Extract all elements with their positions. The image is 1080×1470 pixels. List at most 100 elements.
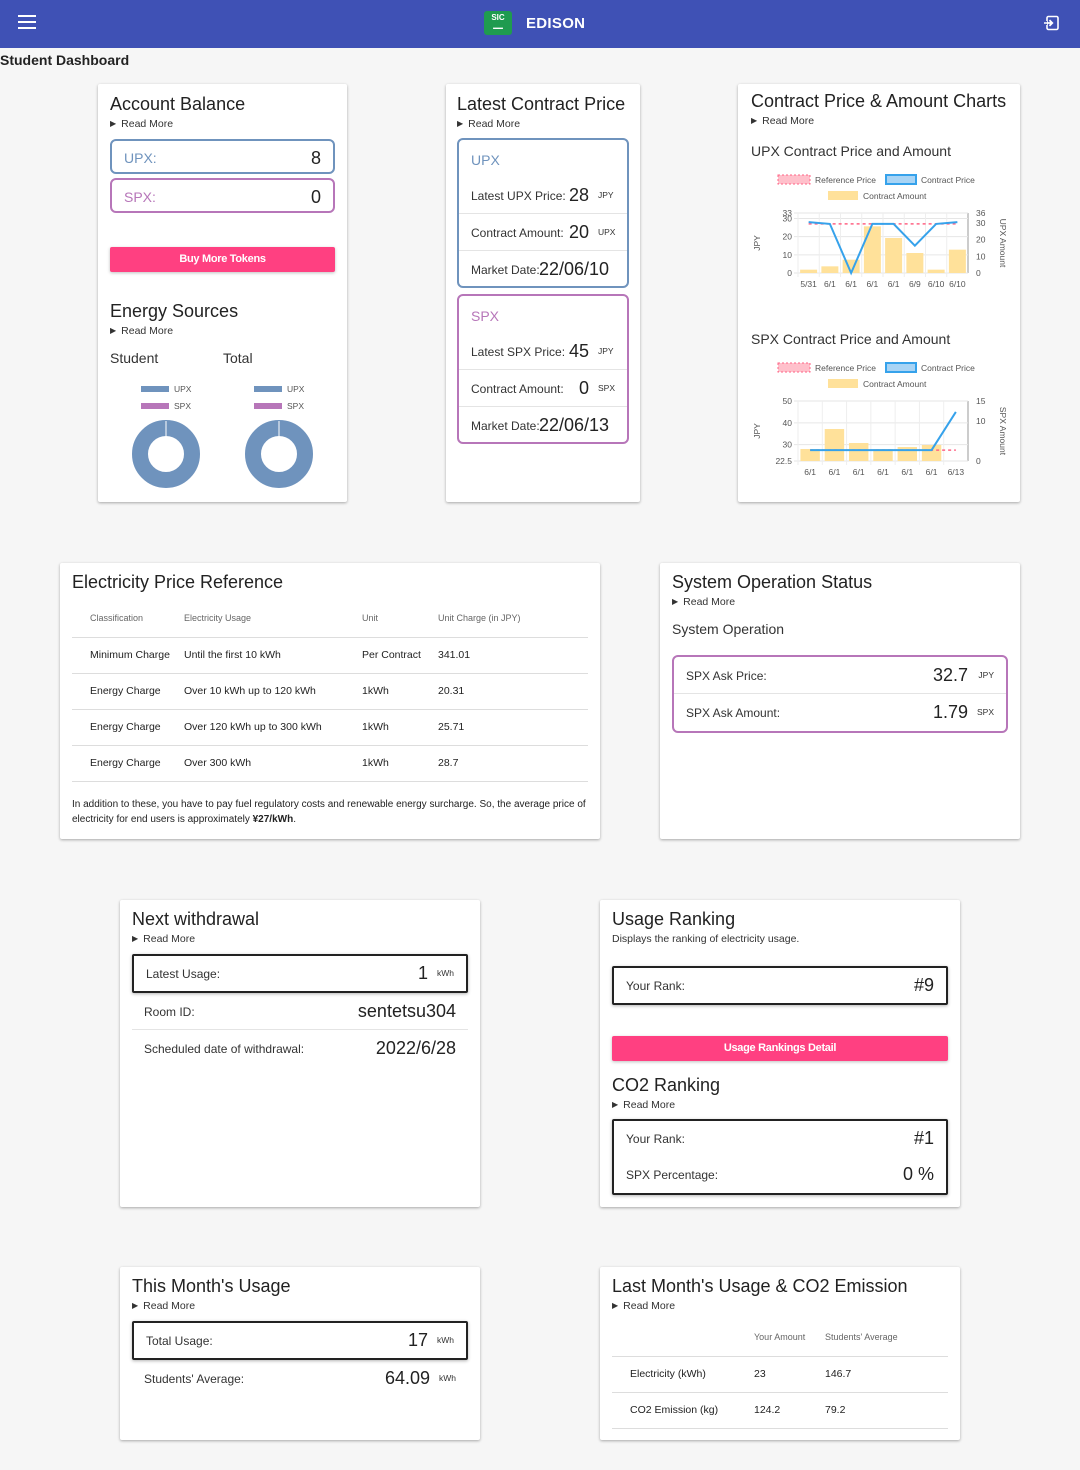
y2-axis-label: UPX Amount (998, 219, 1008, 268)
read-more-toggle[interactable]: Read More (132, 933, 195, 945)
amount-bar (906, 253, 924, 273)
energy-sources-title: Energy Sources (110, 301, 239, 321)
read-more-toggle[interactable]: Read More (612, 1099, 675, 1111)
this-month-usage-card: This Month's Usage Read More Total Usage… (120, 1267, 480, 1440)
table-cell: Minimum Charge (72, 637, 184, 674)
last-month-usage-title: Last Month's Usage & CO2 Emission (612, 1276, 908, 1296)
latest-contract-price-title: Latest Contract Price (457, 94, 626, 114)
column-header: Your Amount (754, 1319, 825, 1357)
latest-usage-value: 1 (417, 963, 428, 983)
latest-usage-box: Latest Usage: 1 kWh (132, 954, 468, 993)
upx-date-label: Market Date: (471, 263, 540, 277)
students-average-label: Students' Average: (144, 1372, 245, 1386)
total-label: Total (223, 350, 253, 366)
usage-rank-box: Your Rank: #9 (612, 966, 948, 1005)
table-cell: Energy Charge (72, 673, 184, 710)
app-logo: SIC ━━ (484, 11, 512, 35)
legend-reference-swatch (777, 362, 811, 373)
usage-rankings-detail-button[interactable]: Usage Rankings Detail (612, 1036, 948, 1061)
read-more-toggle[interactable]: Read More (672, 596, 735, 608)
y2-tick-label: 36 (976, 208, 986, 218)
spx-date-label: Market Date: (471, 419, 540, 433)
y2-tick-label: 0 (976, 456, 981, 466)
table-header-row: Classification Electricity Usage Unit Un… (72, 599, 588, 638)
table-row: Electricity (kWh) 23 146.7 (612, 1356, 948, 1393)
y2-axis-label: SPX Amount (998, 407, 1008, 456)
table-cell: CO2 Emission (kg) (612, 1392, 754, 1429)
legend-price-swatch (885, 174, 917, 185)
legend-reference-label: Reference Price (815, 175, 876, 185)
x-tick-label: 6/13 (948, 467, 965, 477)
table-cell: Over 300 kWh (184, 745, 362, 782)
spx-price-unit: JPY (598, 346, 614, 356)
read-more-toggle[interactable]: Read More (751, 115, 814, 127)
next-withdrawal-title: Next withdrawal (132, 909, 260, 929)
legend-spx: SPX (287, 401, 305, 411)
ask-price-unit: JPY (978, 670, 994, 680)
x-tick-label: 5/31 (800, 279, 817, 289)
y-tick-label: 20 (783, 232, 793, 242)
read-more-toggle[interactable]: Read More (110, 325, 173, 337)
latest-contract-price-card: Latest Contract Price Read More UPX Late… (446, 84, 640, 502)
read-more-toggle[interactable]: Read More (457, 118, 520, 130)
read-more-toggle[interactable]: Read More (132, 1300, 195, 1312)
y-tick-label: 0 (787, 268, 792, 278)
ask-price-row: SPX Ask Price: 32.7 JPY (674, 657, 1006, 694)
menu-icon[interactable] (18, 15, 36, 29)
ask-price-label: SPX Ask Price: (686, 669, 767, 683)
upx-price-value: 28 (569, 185, 590, 205)
ask-amount-label: SPX Ask Amount: (686, 706, 781, 720)
spx-amount-unit: SPX (598, 383, 616, 393)
table-row: Energy Charge Over 120 kWh up to 300 kWh 1… (72, 709, 588, 746)
spx-date-value: 22/06/13 (539, 415, 610, 435)
co2-rank-value: #1 (913, 1128, 934, 1148)
upx-amount-value: 20 (569, 222, 590, 242)
withdrawal-date-row: Scheduled date of withdrawal: 2022/6/28 (132, 1030, 468, 1067)
logout-icon[interactable] (1044, 15, 1060, 31)
co2-ranking-title: CO2 Ranking (612, 1075, 721, 1095)
ask-amount-value: 1.79 (932, 702, 968, 722)
co2-rank-row: Your Rank: #1 (614, 1121, 946, 1157)
account-balance-title: Account Balance (110, 94, 246, 114)
last-month-usage-card: Last Month's Usage & CO2 Emission Read M… (600, 1267, 960, 1440)
legend-price-label: Contract Price (921, 175, 975, 185)
read-more-toggle[interactable]: Read More (612, 1300, 675, 1312)
students-average-value: 64.09 (384, 1368, 430, 1388)
table-cell: 341.01 (438, 637, 588, 674)
read-more-toggle[interactable]: Read More (110, 118, 173, 130)
ask-amount-unit: SPX (976, 707, 994, 717)
table-cell: 1kWh (362, 709, 438, 746)
room-id-value: sentetsu304 (357, 1001, 456, 1021)
upx-date-value: 22/06/10 (539, 259, 610, 279)
table-cell: 79.2 (825, 1392, 948, 1429)
room-id-label: Room ID: (144, 1005, 195, 1019)
x-tick-label: 6/1 (829, 467, 841, 477)
amount-bar (824, 429, 845, 461)
y2-tick-label: 20 (976, 235, 986, 245)
upx-chart-title: UPX Contract Price and Amount (751, 143, 951, 159)
total-usage-unit: kWh (437, 1335, 454, 1345)
ask-amount-row: SPX Ask Amount: 1.79 SPX (674, 694, 1006, 731)
app-bar: SIC ━━ EDISON (0, 0, 1080, 48)
usage-rank-label: Your Rank: (626, 979, 685, 993)
buy-more-tokens-button[interactable]: Buy More Tokens (110, 247, 335, 272)
total-usage-box: Total Usage: 17 kWh (132, 1321, 468, 1360)
upx-amount-unit: UPX (598, 227, 616, 237)
spx-price-row: Latest SPX Price: 45 JPY (459, 332, 627, 370)
column-header: Unit Charge (in JPY) (438, 599, 588, 638)
column-header (612, 1319, 754, 1357)
amount-bar (821, 266, 839, 273)
column-header: Classification (72, 599, 184, 638)
spx-chart-title: SPX Contract Price and Amount (751, 331, 951, 347)
legend-reference-swatch (777, 174, 811, 185)
spx-amount-label: Contract Amount: (471, 382, 564, 396)
y-axis-label: JPY (752, 235, 762, 251)
student-label: Student (110, 350, 159, 366)
table-cell: 25.71 (438, 709, 588, 746)
legend-upx: UPX (287, 384, 305, 394)
y-tick-label: 50 (783, 396, 793, 406)
table-header-row: Your Amount Students' Average (612, 1319, 948, 1357)
y-tick-label: 33 (783, 208, 793, 218)
upx-date-row: Market Date: 22/06/10 (459, 251, 627, 288)
table-cell: Electricity (kWh) (612, 1356, 754, 1393)
